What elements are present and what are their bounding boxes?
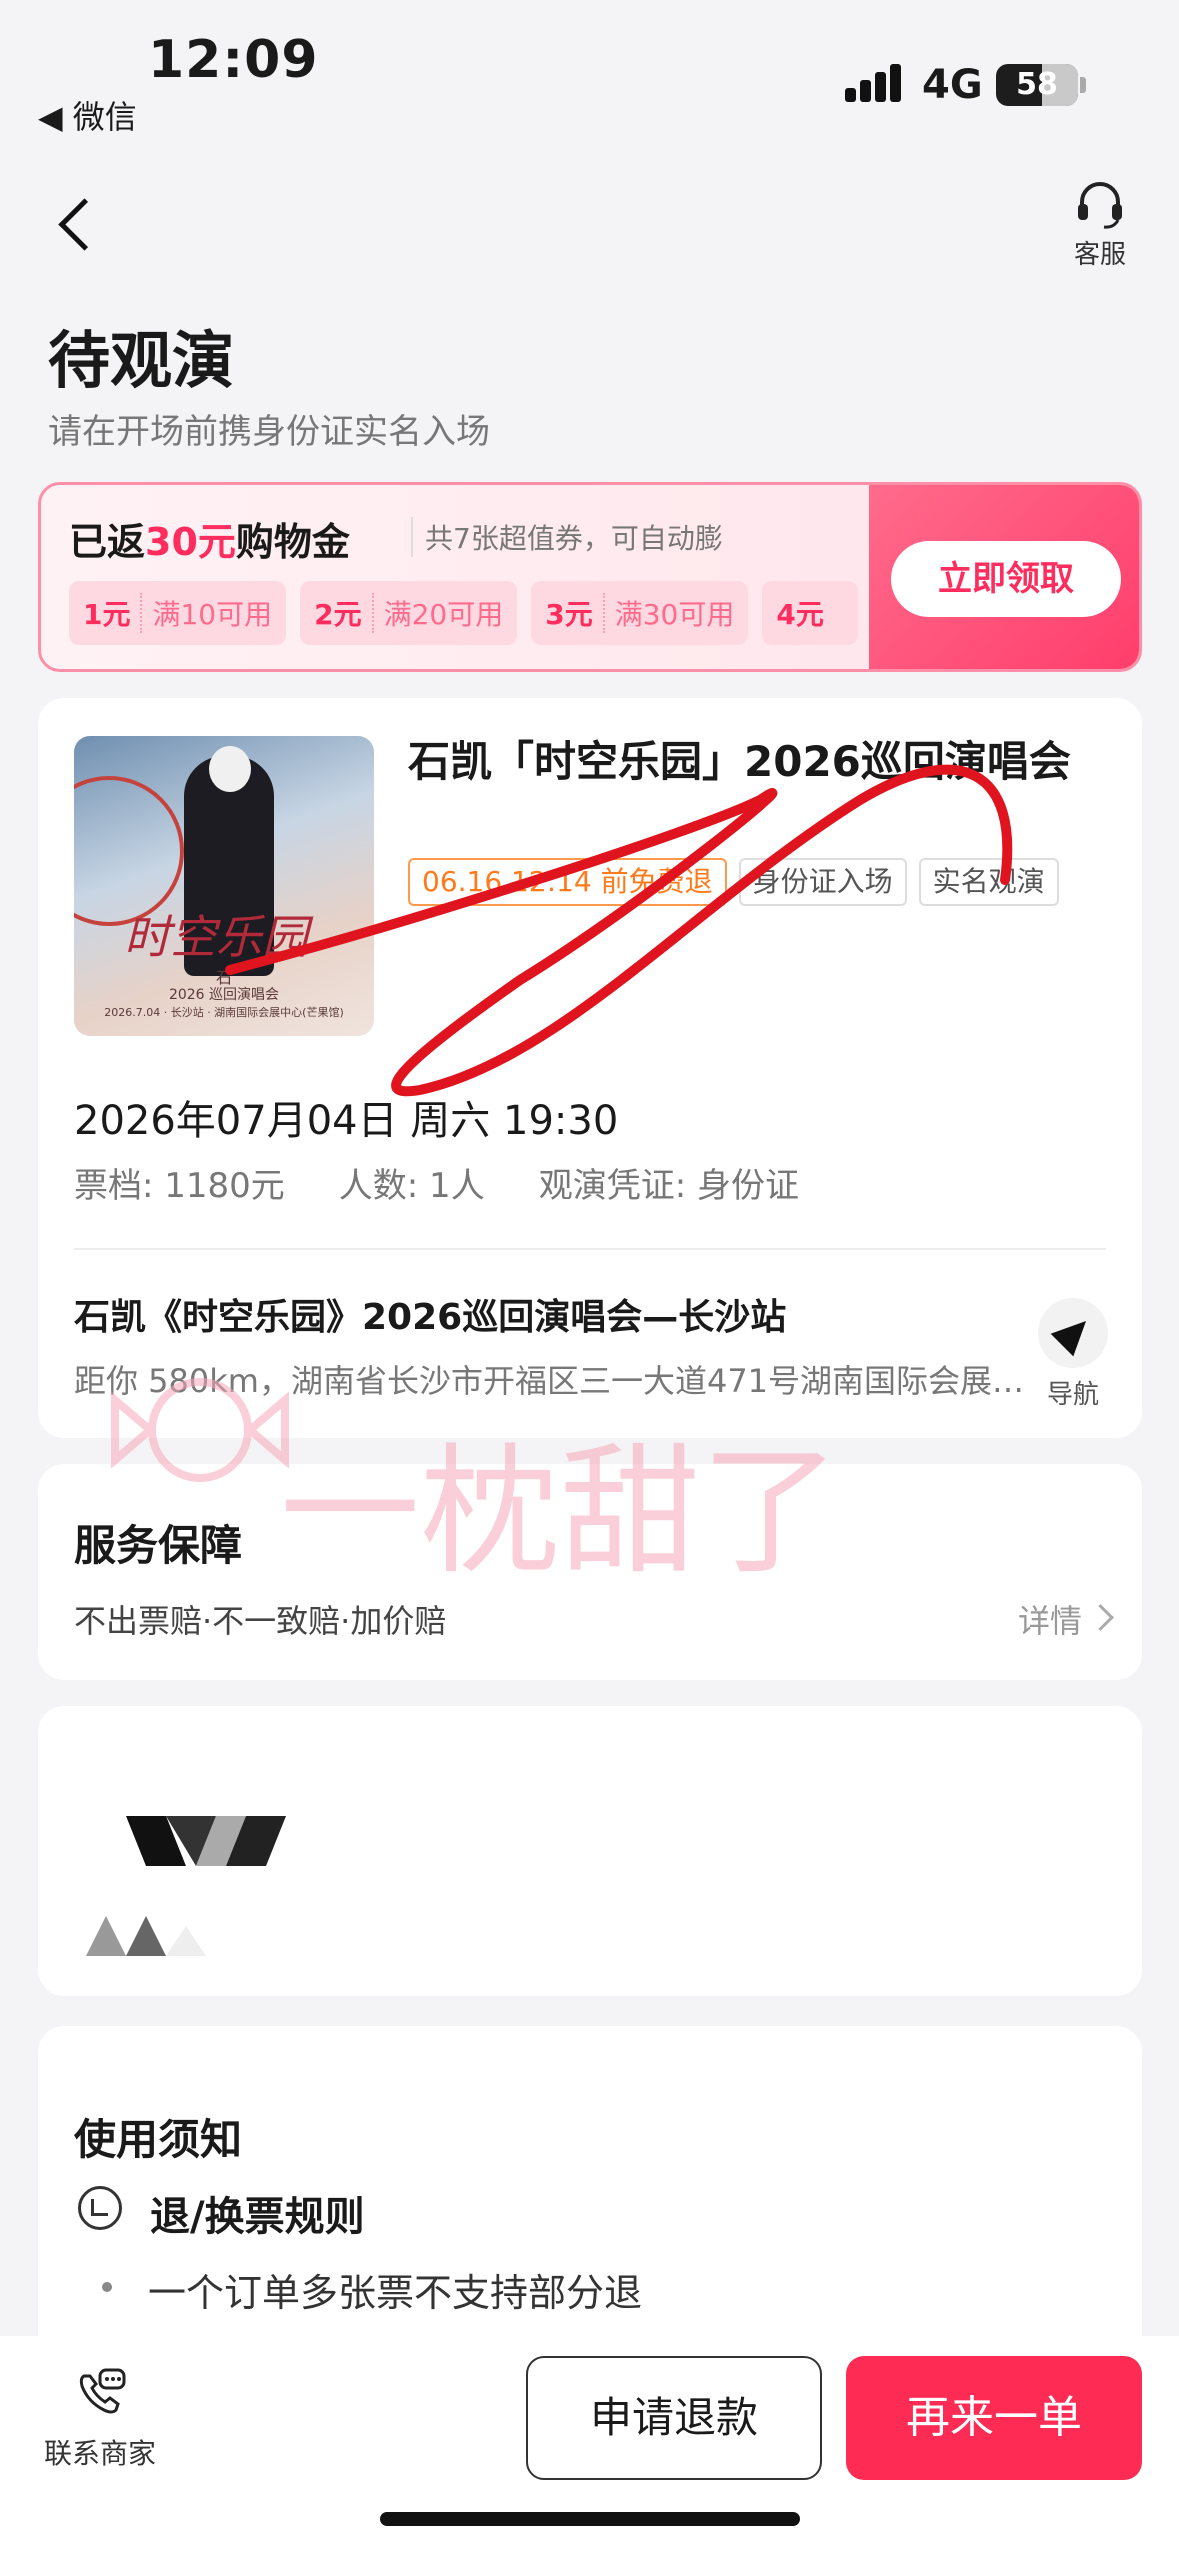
- battery-level: 58: [1016, 67, 1058, 102]
- show-datetime: 2026年07月04日 周六 19:30: [74, 1098, 619, 1144]
- coupon-value: 2元: [314, 593, 374, 633]
- ticket-info-row: 票档: 1180元 人数: 1人 观演凭证: 身份证: [74, 1158, 799, 1207]
- phone-chat-icon: [72, 2366, 128, 2422]
- poster-logo-text: 时空乐园: [124, 910, 308, 964]
- refresh-icon: [78, 2186, 122, 2230]
- service-details-link[interactable]: 详情: [1018, 1596, 1082, 1642]
- ticket-count: 人数: 1人: [338, 1166, 485, 1206]
- apply-refund-button[interactable]: 申请退款: [526, 2356, 822, 2480]
- refund-deadline-tag: 06.16 12:14 前免费退: [408, 858, 727, 906]
- show-tags: 06.16 12:14 前免费退 身份证入场 实名观演: [408, 858, 1108, 906]
- divider: [74, 1248, 1106, 1250]
- service-title: 服务保障: [74, 1521, 243, 1570]
- promo-amount: 30元: [145, 520, 236, 564]
- navigation-label: 导航: [1046, 1380, 1099, 1410]
- claim-button[interactable]: 立即领取: [891, 541, 1121, 617]
- show-info-card: 时空乐园 石 2026 巡回演唱会 2026.7.04 · 长沙站 · 湖南国际…: [38, 698, 1142, 1438]
- coupon-list: 1元 满10可用 2元 满20可用 3元 满30可用 4元: [69, 581, 858, 645]
- page-subtitle: 请在开场前携身份证实名入场: [48, 412, 490, 452]
- venue-address: 距你 580km，湖南省长沙市开福区三一大道471号湖南国际会展中心: [74, 1362, 1034, 1400]
- customer-service-button[interactable]: 客服: [1060, 180, 1140, 271]
- battery-tip: [1080, 77, 1086, 93]
- coupon-item[interactable]: 1元 满10可用: [69, 581, 287, 645]
- mosaic-censor-image: [86, 1816, 286, 1956]
- back-button[interactable]: [52, 198, 102, 258]
- id-entry-tag: 身份证入场: [738, 858, 907, 906]
- refund-rule-item: 一个订单多张票不支持部分退: [101, 2262, 642, 2317]
- reorder-button[interactable]: 再来一单: [846, 2356, 1142, 2480]
- show-title[interactable]: 石凯「时空乐园」2026巡回演唱会: [408, 734, 1108, 790]
- coupon-value: 4元: [776, 598, 824, 631]
- coupon-condition: 满30可用: [614, 598, 735, 631]
- back-to-app-link[interactable]: ◀ 微信: [38, 92, 137, 138]
- contact-merchant-button[interactable]: 联系商家: [30, 2366, 170, 2472]
- coupon-value: 3元: [545, 593, 605, 633]
- headset-icon: [1074, 180, 1126, 230]
- coupon-item[interactable]: 4元: [762, 581, 858, 645]
- promo-description: 共7张超值券，可自动膨: [411, 517, 723, 557]
- obscured-info-card: [38, 1706, 1142, 1996]
- status-bar: 12:09 ◀ 微信 4G 58: [0, 0, 1179, 140]
- poster-tour-line: 2026 巡回演唱会: [168, 987, 280, 1003]
- battery-icon: 58: [996, 64, 1078, 106]
- show-poster-image[interactable]: 时空乐园 石 2026 巡回演唱会 2026.7.04 · 长沙站 · 湖南国际…: [74, 736, 374, 1036]
- ticket-price: 票档: 1180元: [74, 1166, 285, 1206]
- contact-merchant-label: 联系商家: [43, 2437, 156, 2470]
- venue-name[interactable]: 石凯《时空乐园》2026巡回演唱会—长沙站: [74, 1288, 786, 1340]
- promo-title-prefix: 已返: [69, 520, 146, 564]
- home-indicator[interactable]: [380, 2512, 800, 2526]
- coupon-condition: 满20可用: [383, 598, 504, 631]
- navigation-arrow-icon: [1038, 1298, 1108, 1368]
- coupon-condition: 满10可用: [152, 598, 273, 631]
- coupon-value: 1元: [83, 593, 143, 633]
- status-time: 12:09: [148, 30, 319, 90]
- navigation-button[interactable]: 导航: [1033, 1298, 1113, 1411]
- notice-title: 使用须知: [74, 2115, 243, 2164]
- promo-title: 已返30元购物金: [69, 511, 350, 566]
- poster-date-line: 2026.7.04 · 长沙站 · 湖南国际会展中心(芒果馆): [104, 1006, 344, 1019]
- page-title: 待观演: [48, 324, 235, 397]
- poster-figure-head: [209, 746, 251, 792]
- service-guarantee-card[interactable]: 服务保障 不出票赔·不一致赔·加价赔 详情: [38, 1464, 1142, 1680]
- ticket-voucher: 观演凭证: 身份证: [538, 1166, 799, 1206]
- coupon-item[interactable]: 2元 满20可用: [300, 581, 518, 645]
- coupon-item[interactable]: 3元 满30可用: [531, 581, 749, 645]
- customer-service-label: 客服: [1073, 240, 1126, 270]
- real-name-tag: 实名观演: [918, 858, 1059, 906]
- shopping-credit-banner[interactable]: 已返30元购物金 共7张超值券，可自动膨 1元 满10可用 2元 满20可用 3元满…: [38, 482, 1142, 672]
- network-label: 4G: [922, 62, 983, 108]
- signal-icon: [845, 62, 905, 102]
- service-text: 不出票赔·不一致赔·加价赔: [74, 1602, 447, 1640]
- refund-rule-title: 退/换票规则: [150, 2194, 365, 2240]
- promo-title-suffix: 购物金: [235, 520, 350, 564]
